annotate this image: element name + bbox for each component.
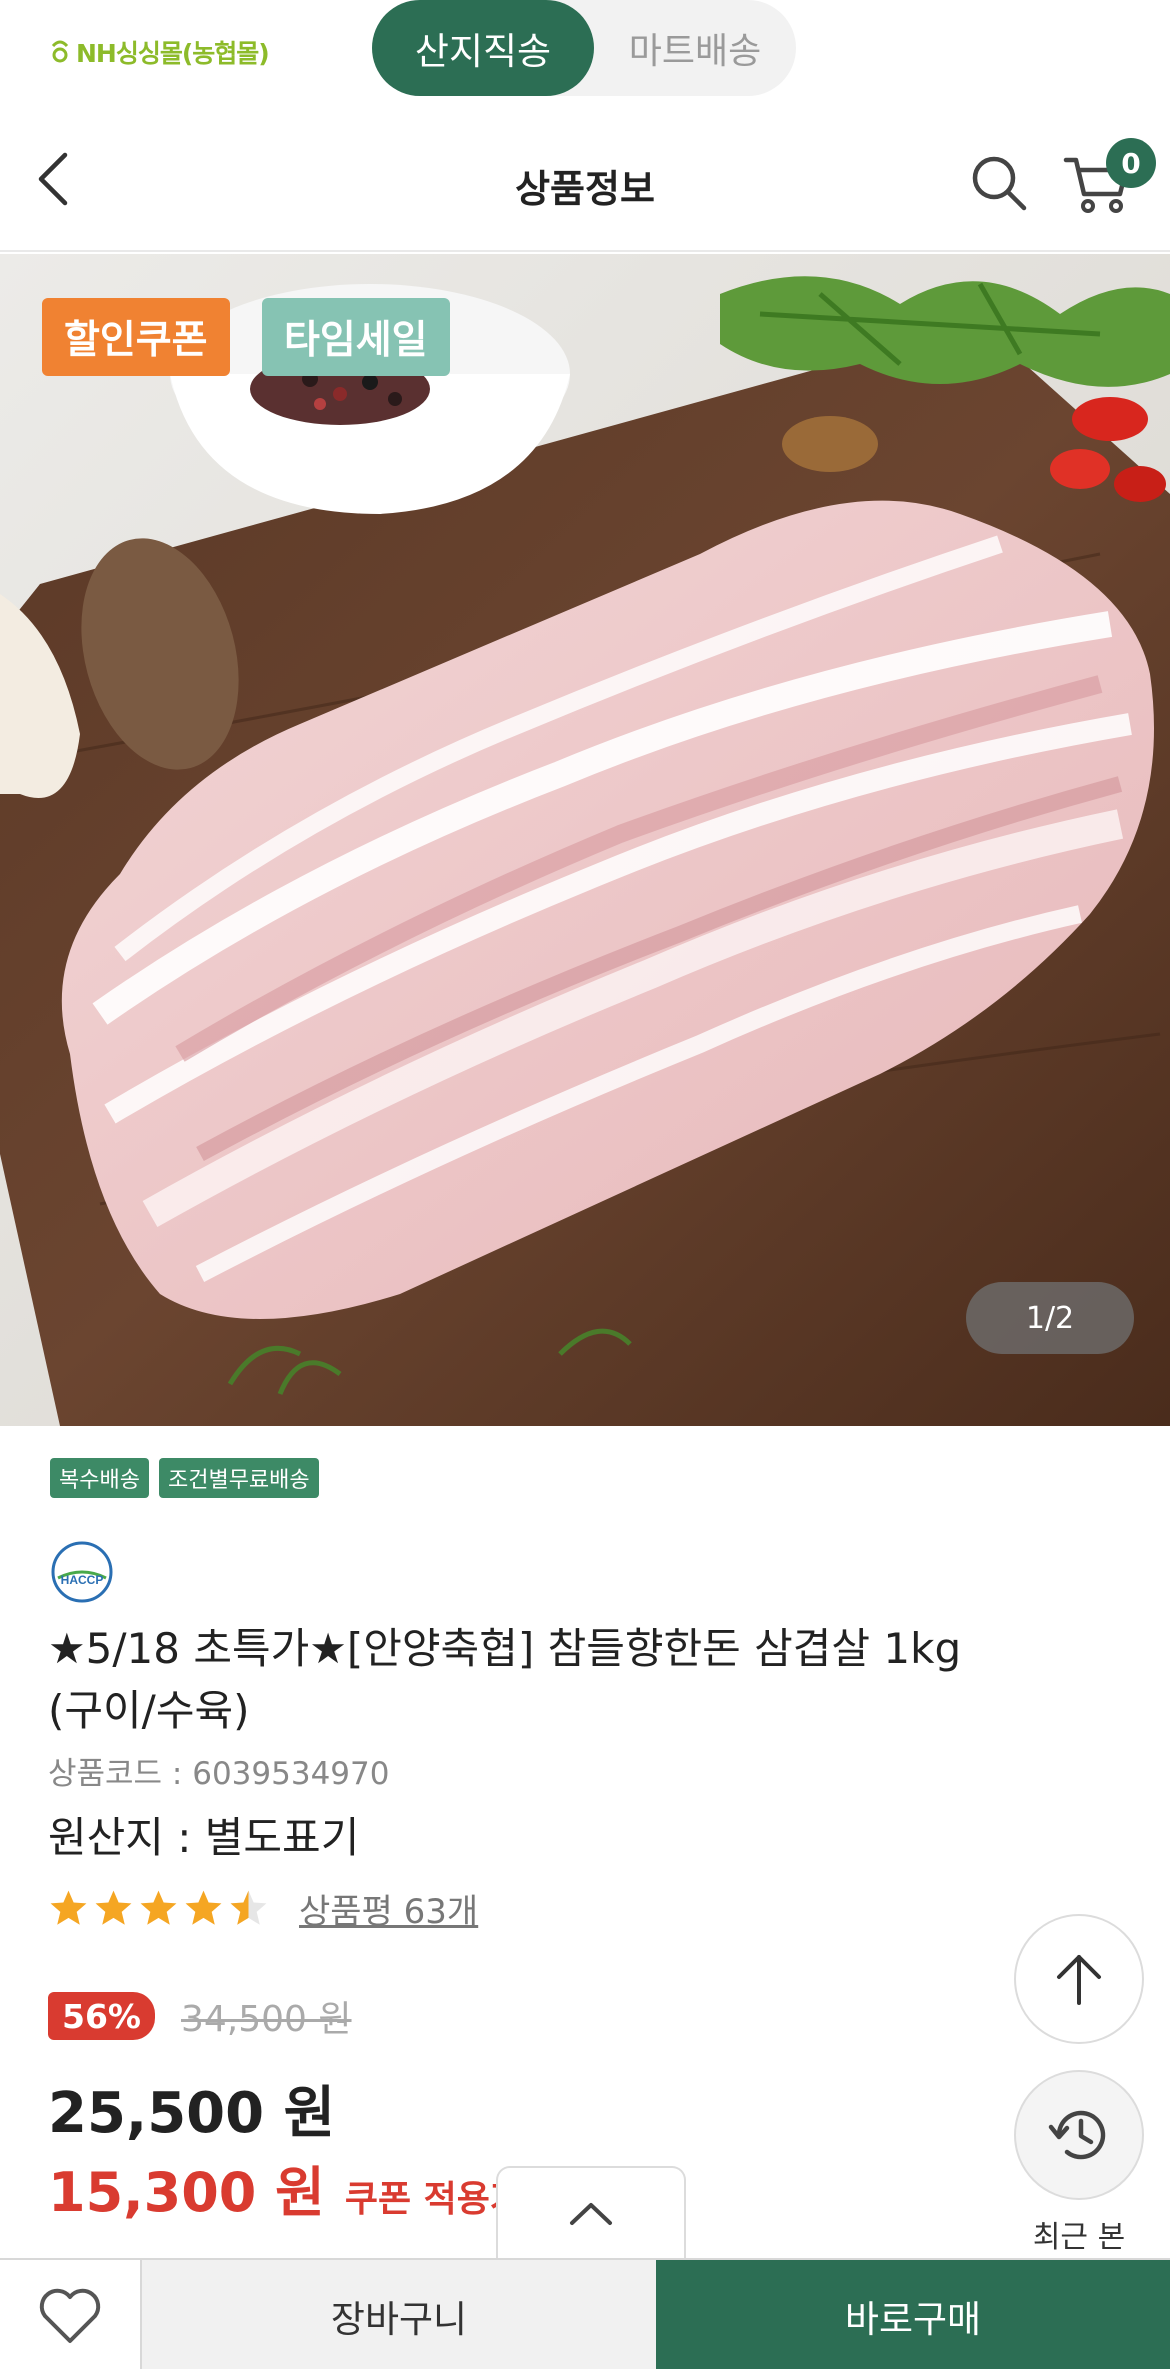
star-full-icon bbox=[95, 1890, 132, 1925]
haccp-certification-icon: HACCP bbox=[50, 1540, 114, 1604]
wishlist-button[interactable] bbox=[0, 2260, 142, 2369]
product-image-carousel[interactable]: 할인쿠폰 타임세일 1/2 bbox=[0, 254, 1170, 1426]
timesale-badge: 타임세일 bbox=[262, 298, 450, 376]
rating-row: 상품평 63개 bbox=[48, 1884, 478, 1933]
scroll-to-top-button[interactable] bbox=[1014, 1914, 1144, 2044]
tab-direct-shipping[interactable]: 산지직송 bbox=[372, 0, 594, 96]
discount-rate-badge: 56% bbox=[48, 1992, 155, 2040]
star-full-icon bbox=[50, 1890, 87, 1925]
coupon-badge: 할인쿠폰 bbox=[42, 298, 230, 376]
tag-conditional-free-shipping: 조건별무료배송 bbox=[158, 1458, 319, 1498]
history-icon bbox=[1048, 2110, 1106, 2160]
image-counter: 1/2 bbox=[966, 1282, 1134, 1354]
delivery-tags: 복수배송 조건별무료배송 bbox=[50, 1458, 319, 1498]
tab-mart-delivery[interactable]: 마트배송 bbox=[594, 0, 796, 96]
delivery-toggle: 산지직송 마트배송 bbox=[372, 0, 796, 96]
nh-logo[interactable]: NH싱싱몰(농협몰) bbox=[50, 34, 270, 70]
product-title: ★5/18 초특가★[안양축협] 참들향한돈 삼겹살 1kg (구이/수육) bbox=[48, 1624, 962, 1735]
heart-icon bbox=[39, 2288, 101, 2343]
star-rating bbox=[48, 1888, 269, 1929]
search-button[interactable] bbox=[966, 150, 1032, 216]
buy-now-button[interactable]: 바로구매 bbox=[656, 2260, 1170, 2369]
product-code: 상품코드 : 6039534970 bbox=[48, 1756, 390, 1792]
add-to-cart-button[interactable]: 장바구니 bbox=[142, 2260, 656, 2369]
cart-count-badge: 0 bbox=[1106, 138, 1156, 188]
coupon-price-row: 15,300 원 쿠폰 적용가 bbox=[48, 2148, 523, 2227]
recently-viewed-button[interactable] bbox=[1014, 2070, 1144, 2200]
search-icon bbox=[972, 156, 1027, 211]
coupon-price: 15,300 원 bbox=[48, 2161, 325, 2224]
star-half-icon bbox=[230, 1890, 267, 1925]
star-full-icon bbox=[140, 1890, 177, 1925]
original-price: 34,500 원 bbox=[181, 1999, 352, 2040]
pork-belly-photo bbox=[0, 254, 1170, 1426]
tag-multi-delivery: 복수배송 bbox=[50, 1458, 149, 1498]
chevron-up-icon bbox=[570, 2203, 612, 2225]
recently-viewed-label: 최근 본 bbox=[1032, 2220, 1126, 2255]
star-full-icon bbox=[185, 1890, 222, 1925]
review-count-link[interactable]: 상품평 63개 bbox=[299, 1884, 478, 1933]
page-header: 상품정보 0 bbox=[0, 110, 1170, 252]
mall-bar: NH싱싱몰(농협몰) 산지직송 마트배송 bbox=[0, 0, 1170, 100]
arrow-up-icon bbox=[1057, 1955, 1101, 2005]
sale-price: 25,500 원 bbox=[48, 2081, 336, 2146]
nh-leaf-icon bbox=[51, 40, 69, 63]
bottom-action-bar: 장바구니 바로구매 bbox=[0, 2258, 1170, 2369]
haccp-label: HACCP bbox=[61, 1573, 104, 1587]
discount-row: 56% 34,500 원 bbox=[48, 1990, 352, 2042]
expand-options-handle[interactable] bbox=[496, 2166, 686, 2258]
logo-text: NH싱싱몰(농협몰) bbox=[76, 39, 270, 68]
origin-info: 원산지 : 별도표기 bbox=[48, 1813, 360, 1862]
